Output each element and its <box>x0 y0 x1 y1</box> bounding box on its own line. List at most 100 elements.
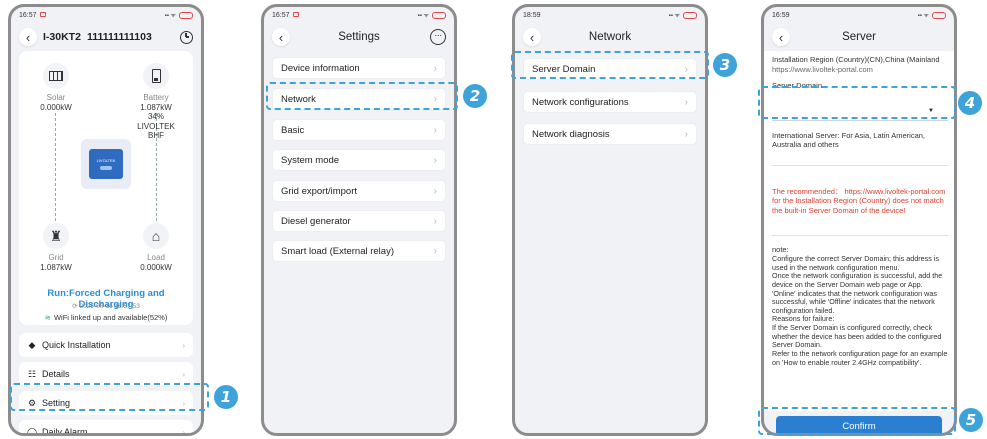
chevron-right-icon: › <box>433 62 437 74</box>
top-bar: ‹ Network <box>515 23 705 51</box>
highlight-server-domain-select <box>758 86 956 119</box>
solar-node: Solar 0.000kW <box>19 63 93 112</box>
back-button[interactable]: ‹ <box>772 28 790 46</box>
status-icons: ▪▪ ᯤ <box>418 11 446 19</box>
battery-status-icon <box>932 11 946 19</box>
load-label: Load <box>147 253 165 262</box>
chevron-right-icon: › <box>182 340 185 350</box>
cube-icon: ◆ <box>28 339 36 350</box>
portal-url: https://www.livoltek-portal.com <box>772 65 873 74</box>
installation-region: Installation Region (Country)(CN),China … <box>772 55 940 64</box>
menu-label: Daily Alarm <box>42 427 88 436</box>
grid-tower-icon: ♜ <box>43 223 69 249</box>
status-bar: 16:57 ▪▪ ᯤ <box>264 7 454 23</box>
chevron-right-icon: › <box>433 185 437 197</box>
page-title: Server <box>842 31 876 43</box>
item-label: Basic <box>281 124 305 136</box>
highlight-confirm <box>758 407 956 435</box>
chevron-right-icon: › <box>433 215 437 227</box>
device-serial: 111111111103 <box>86 31 152 43</box>
grid-value: 1.087kW <box>40 262 72 272</box>
back-button[interactable]: ‹ <box>523 28 541 46</box>
home-load-icon: ⌂ <box>143 223 169 249</box>
inverter-screen <box>100 166 112 170</box>
wifi-status: ≋ WiFi linked up and available(52%) <box>19 313 193 322</box>
divider <box>772 235 948 236</box>
step-badge-3: 3 <box>713 53 737 77</box>
status-bar: 18:59 ▪▪ ᯤ <box>515 7 705 23</box>
step-badge-1: 1 <box>214 385 238 409</box>
network-item-configurations[interactable]: Network configurations › <box>523 91 697 113</box>
battery-label: Battery <box>143 93 169 102</box>
battery-status-icon <box>683 11 697 19</box>
highlight-setting <box>10 383 209 411</box>
solar-panel-icon <box>43 63 69 89</box>
top-bar: ‹ I-30KT2 111111111103 <box>11 23 201 51</box>
battery-brand: LIVOLTEK <box>137 121 175 131</box>
menu-daily-alarm[interactable]: ◯ Daily Alarm › <box>19 420 193 436</box>
inverter-image[interactable]: LIVOLTEK <box>81 139 131 189</box>
highlight-server-domain <box>511 51 709 79</box>
step-badge-4: 4 <box>958 91 982 115</box>
top-bar: ‹ Settings ··· <box>264 23 454 51</box>
item-label: Smart load (External relay) <box>281 245 394 257</box>
more-options-icon[interactable]: ··· <box>430 29 446 45</box>
inverter-body: LIVOLTEK <box>89 149 123 179</box>
status-icons: ▪▪ ᯤ <box>669 11 697 19</box>
divider <box>772 165 948 166</box>
phone-settings: 16:57 ▪▪ ᯤ ‹ Settings ··· Device informa… <box>261 4 457 436</box>
item-label: Device information <box>281 62 360 74</box>
chevron-right-icon: › <box>433 124 437 136</box>
battery-status-icon <box>179 11 193 19</box>
status-time: 16:57 <box>19 11 37 19</box>
phone-server: 16:59 ▪▪ ᯤ ‹ Server Installation Region … <box>761 4 957 436</box>
page-title: Settings <box>338 31 380 43</box>
network-item-diagnosis[interactable]: Network diagnosis › <box>523 123 697 145</box>
wifi-status-text: WiFi linked up and available(52%) <box>53 313 168 322</box>
status-bar: 16:59 ▪▪ ᯤ <box>764 7 954 23</box>
battery-soc: 34% <box>147 112 164 122</box>
menu-quick-installation[interactable]: ◆ Quick Installation › <box>19 333 193 357</box>
bell-icon: ◯ <box>27 426 38 436</box>
phone-home: 16:57 ▪▪ ᯤ ‹ I-30KT2 111111111103 Solar … <box>8 4 204 436</box>
international-server-info: International Server: For Asia, Latin Am… <box>772 131 925 150</box>
step-badge-5: 5 <box>959 408 983 432</box>
item-label: Network diagnosis <box>532 128 610 140</box>
settings-item-smart-load[interactable]: Smart load (External relay) › <box>272 240 446 262</box>
item-label: Grid export/import <box>281 185 358 197</box>
item-label: Network configurations <box>532 96 629 108</box>
chevron-right-icon: › <box>433 154 437 166</box>
settings-item-grid-export-import[interactable]: Grid export/import › <box>272 180 446 202</box>
menu-label: Details <box>42 369 70 379</box>
status-time: 16:59 <box>772 11 790 19</box>
back-button[interactable]: ‹ <box>272 28 290 46</box>
flow-line-left <box>55 113 56 221</box>
battery-node: Battery 1.087kW 34% LIVOLTEK BHF <box>119 63 193 141</box>
settings-item-system-mode[interactable]: System mode › <box>272 149 446 171</box>
chevron-right-icon: › <box>182 427 185 436</box>
item-label: Diesel generator <box>281 215 351 227</box>
back-button[interactable]: ‹ <box>19 28 37 46</box>
device-model: I-30KT2 <box>43 31 81 43</box>
battery-type: BHF <box>148 131 164 141</box>
settings-item-basic[interactable]: Basic › <box>272 119 446 141</box>
status-time: 16:57 <box>272 11 290 19</box>
history-clock-icon[interactable] <box>180 30 193 44</box>
load-value: 0.000kW <box>140 262 172 272</box>
wifi-icon: ≋ <box>44 313 51 322</box>
page-title: Network <box>588 31 632 43</box>
settings-item-diesel-generator[interactable]: Diesel generator › <box>272 210 446 232</box>
highlight-network <box>266 82 458 110</box>
recommended-warning: The recommended： https://www.livoltek-po… <box>772 187 946 215</box>
status-bar: 16:57 ▪▪ ᯤ <box>11 7 201 23</box>
grid-node: ♜ Grid 1.087kW <box>19 223 93 272</box>
status-icons: ▪▪ ᯤ <box>165 11 193 19</box>
inverter-logo: LIVOLTEK <box>96 158 116 163</box>
settings-item-device-information[interactable]: Device information › <box>272 57 446 79</box>
run-time: ⟳ 2025-06-16 16:57:53 <box>19 302 193 310</box>
status-icons: ▪▪ ᯤ <box>918 11 946 19</box>
record-icon <box>39 12 46 18</box>
battery-icon <box>143 63 169 89</box>
chevron-right-icon: › <box>684 96 688 108</box>
top-bar: ‹ Server <box>764 23 954 51</box>
